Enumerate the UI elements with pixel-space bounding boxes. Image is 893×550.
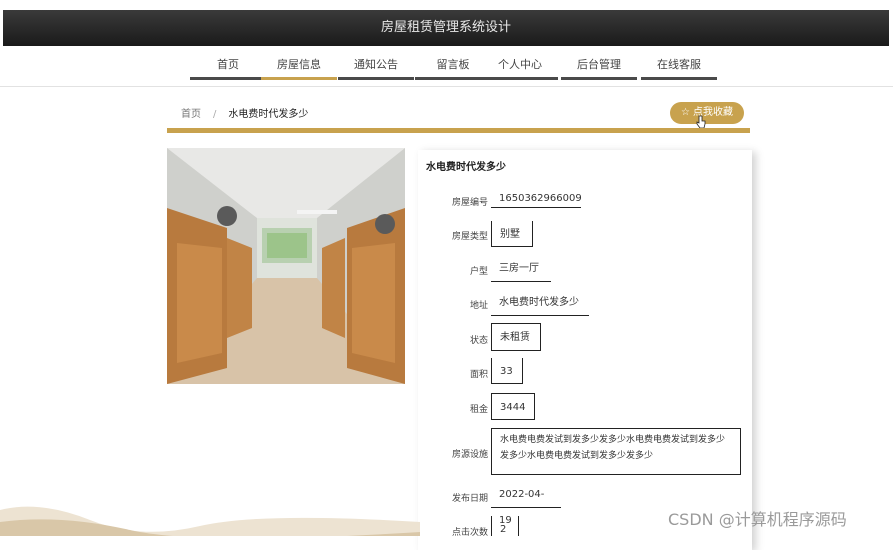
field-label-layout: 户型	[469, 267, 488, 277]
watermark: CSDN @计算机程序源码	[668, 510, 847, 529]
nav-item-house-info[interactable]: 房屋信息	[261, 55, 337, 80]
field-label-area: 面积	[469, 370, 488, 380]
breadcrumb-home[interactable]: 首页	[181, 109, 201, 120]
field-value-status: 未租赁	[491, 323, 541, 351]
field-value-address: 水电费时代发多少	[491, 290, 589, 316]
favorite-button[interactable]: ☆ 点我收藏	[670, 102, 744, 124]
field-value-click-count: 2	[491, 516, 519, 536]
nav-item-home[interactable]: 首页	[190, 55, 266, 80]
house-detail-card	[418, 150, 752, 550]
main-nav: 首页 房屋信息 通知公告 留言板 个人中心 后台管理 在线客服	[0, 50, 893, 87]
field-label-publish-date: 发布日期	[451, 494, 488, 504]
nav-item-personal-center[interactable]: 个人中心	[482, 55, 558, 80]
breadcrumb: 首页 / 水电费时代发多少	[181, 105, 308, 120]
house-title: 水电费时代发多少	[426, 162, 506, 173]
site-header: 房屋租赁管理系统设计	[3, 10, 889, 46]
field-value-house-type: 别墅	[491, 221, 533, 247]
decorative-wave	[0, 506, 420, 536]
nav-item-online-service[interactable]: 在线客服	[641, 55, 717, 80]
field-value-rent: 3444	[491, 393, 535, 420]
field-label-facilities: 房源设施	[451, 450, 488, 460]
field-label-house-type: 房屋类型	[451, 232, 488, 242]
field-value-layout: 三房一厅	[491, 256, 551, 282]
hand-cursor-icon	[696, 115, 706, 129]
nav-item-messages[interactable]: 留言板	[415, 55, 491, 80]
field-value-publish-date: 2022-04-19	[491, 482, 561, 526]
section-divider	[167, 128, 750, 133]
house-photo	[167, 148, 405, 384]
star-icon: ☆	[681, 107, 690, 118]
field-value-house-id: 1650362966009	[491, 186, 582, 208]
breadcrumb-current: 水电费时代发多少	[228, 109, 309, 120]
breadcrumb-separator: /	[213, 109, 217, 120]
field-label-status: 状态	[469, 336, 488, 346]
field-value-facilities: 水电费电费发试到发多少发多少水电费电费发试到发多少发多少水电费电费发试到发多少发…	[491, 428, 741, 475]
nav-item-admin[interactable]: 后台管理	[561, 55, 637, 80]
field-label-address: 地址	[469, 301, 488, 311]
site-title: 房屋租赁管理系统设计	[380, 20, 511, 35]
nav-item-notices[interactable]: 通知公告	[338, 55, 414, 80]
field-label-click-count: 点击次数	[451, 528, 488, 538]
field-label-rent: 租金	[469, 405, 488, 415]
field-label-house-id: 房屋编号	[451, 198, 488, 208]
field-value-area: 33	[491, 358, 523, 384]
